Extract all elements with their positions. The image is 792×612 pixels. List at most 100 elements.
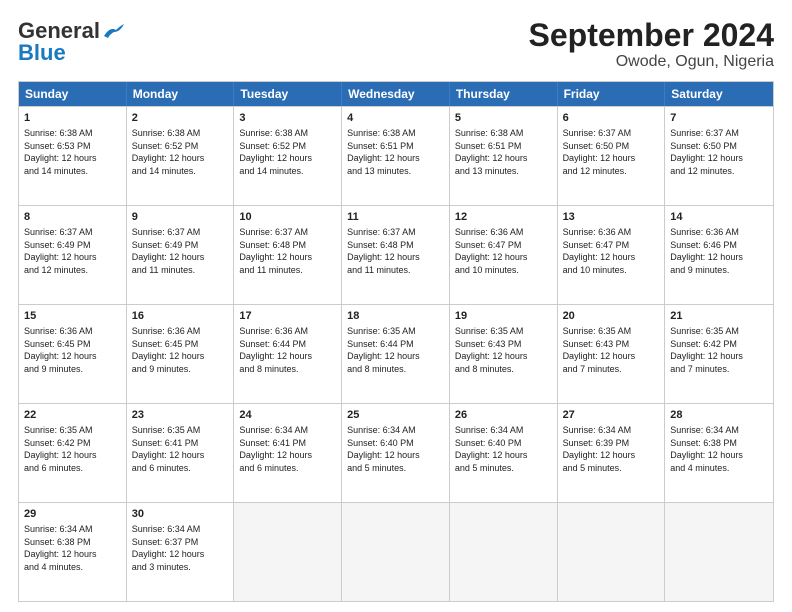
day-number: 26 <box>455 408 552 423</box>
cal-cell-21: 21Sunrise: 6:35 AM Sunset: 6:42 PM Dayli… <box>665 305 773 403</box>
day-info: Sunrise: 6:36 AM Sunset: 6:47 PM Dayligh… <box>563 226 660 276</box>
day-info: Sunrise: 6:37 AM Sunset: 6:50 PM Dayligh… <box>563 127 660 177</box>
calendar: Sunday Monday Tuesday Wednesday Thursday… <box>18 81 774 602</box>
day-number: 8 <box>24 210 121 225</box>
page: General Blue September 2024 Owode, Ogun,… <box>0 0 792 612</box>
cal-cell-14: 14Sunrise: 6:36 AM Sunset: 6:46 PM Dayli… <box>665 206 773 304</box>
cal-cell-22: 22Sunrise: 6:35 AM Sunset: 6:42 PM Dayli… <box>19 404 127 502</box>
day-info: Sunrise: 6:36 AM Sunset: 6:46 PM Dayligh… <box>670 226 768 276</box>
day-info: Sunrise: 6:36 AM Sunset: 6:45 PM Dayligh… <box>132 325 229 375</box>
logo-blue: Blue <box>18 40 66 66</box>
empty-cell <box>665 503 773 601</box>
header-saturday: Saturday <box>665 82 773 106</box>
day-number: 10 <box>239 210 336 225</box>
calendar-subtitle: Owode, Ogun, Nigeria <box>529 53 774 71</box>
day-number: 12 <box>455 210 552 225</box>
header-thursday: Thursday <box>450 82 558 106</box>
calendar-week-4: 29Sunrise: 6:34 AM Sunset: 6:38 PM Dayli… <box>19 502 773 601</box>
cal-cell-23: 23Sunrise: 6:35 AM Sunset: 6:41 PM Dayli… <box>127 404 235 502</box>
header-wednesday: Wednesday <box>342 82 450 106</box>
day-info: Sunrise: 6:34 AM Sunset: 6:38 PM Dayligh… <box>24 523 121 573</box>
cal-cell-6: 6Sunrise: 6:37 AM Sunset: 6:50 PM Daylig… <box>558 107 666 205</box>
empty-cell <box>558 503 666 601</box>
cal-cell-29: 29Sunrise: 6:34 AM Sunset: 6:38 PM Dayli… <box>19 503 127 601</box>
day-number: 21 <box>670 309 768 324</box>
day-info: Sunrise: 6:34 AM Sunset: 6:40 PM Dayligh… <box>455 424 552 474</box>
day-info: Sunrise: 6:35 AM Sunset: 6:42 PM Dayligh… <box>24 424 121 474</box>
cal-cell-3: 3Sunrise: 6:38 AM Sunset: 6:52 PM Daylig… <box>234 107 342 205</box>
cal-cell-16: 16Sunrise: 6:36 AM Sunset: 6:45 PM Dayli… <box>127 305 235 403</box>
cal-cell-5: 5Sunrise: 6:38 AM Sunset: 6:51 PM Daylig… <box>450 107 558 205</box>
day-info: Sunrise: 6:38 AM Sunset: 6:51 PM Dayligh… <box>455 127 552 177</box>
day-info: Sunrise: 6:34 AM Sunset: 6:38 PM Dayligh… <box>670 424 768 474</box>
calendar-week-3: 22Sunrise: 6:35 AM Sunset: 6:42 PM Dayli… <box>19 403 773 502</box>
logo-bird-icon <box>102 24 124 40</box>
day-number: 27 <box>563 408 660 423</box>
calendar-header: Sunday Monday Tuesday Wednesday Thursday… <box>19 82 773 106</box>
day-number: 7 <box>670 111 768 126</box>
header-tuesday: Tuesday <box>234 82 342 106</box>
empty-cell <box>342 503 450 601</box>
cal-cell-13: 13Sunrise: 6:36 AM Sunset: 6:47 PM Dayli… <box>558 206 666 304</box>
day-info: Sunrise: 6:35 AM Sunset: 6:44 PM Dayligh… <box>347 325 444 375</box>
calendar-body: 1Sunrise: 6:38 AM Sunset: 6:53 PM Daylig… <box>19 106 773 601</box>
cal-cell-20: 20Sunrise: 6:35 AM Sunset: 6:43 PM Dayli… <box>558 305 666 403</box>
cal-cell-1: 1Sunrise: 6:38 AM Sunset: 6:53 PM Daylig… <box>19 107 127 205</box>
day-number: 11 <box>347 210 444 225</box>
day-number: 3 <box>239 111 336 126</box>
cal-cell-17: 17Sunrise: 6:36 AM Sunset: 6:44 PM Dayli… <box>234 305 342 403</box>
cal-cell-11: 11Sunrise: 6:37 AM Sunset: 6:48 PM Dayli… <box>342 206 450 304</box>
day-info: Sunrise: 6:36 AM Sunset: 6:44 PM Dayligh… <box>239 325 336 375</box>
day-info: Sunrise: 6:37 AM Sunset: 6:49 PM Dayligh… <box>132 226 229 276</box>
day-number: 28 <box>670 408 768 423</box>
day-info: Sunrise: 6:35 AM Sunset: 6:42 PM Dayligh… <box>670 325 768 375</box>
day-number: 1 <box>24 111 121 126</box>
calendar-week-2: 15Sunrise: 6:36 AM Sunset: 6:45 PM Dayli… <box>19 304 773 403</box>
day-info: Sunrise: 6:34 AM Sunset: 6:40 PM Dayligh… <box>347 424 444 474</box>
day-number: 5 <box>455 111 552 126</box>
day-info: Sunrise: 6:37 AM Sunset: 6:49 PM Dayligh… <box>24 226 121 276</box>
cal-cell-10: 10Sunrise: 6:37 AM Sunset: 6:48 PM Dayli… <box>234 206 342 304</box>
header-sunday: Sunday <box>19 82 127 106</box>
calendar-week-1: 8Sunrise: 6:37 AM Sunset: 6:49 PM Daylig… <box>19 205 773 304</box>
day-number: 13 <box>563 210 660 225</box>
cal-cell-27: 27Sunrise: 6:34 AM Sunset: 6:39 PM Dayli… <box>558 404 666 502</box>
day-number: 23 <box>132 408 229 423</box>
day-info: Sunrise: 6:36 AM Sunset: 6:47 PM Dayligh… <box>455 226 552 276</box>
day-info: Sunrise: 6:34 AM Sunset: 6:41 PM Dayligh… <box>239 424 336 474</box>
day-number: 14 <box>670 210 768 225</box>
day-info: Sunrise: 6:38 AM Sunset: 6:52 PM Dayligh… <box>132 127 229 177</box>
cal-cell-26: 26Sunrise: 6:34 AM Sunset: 6:40 PM Dayli… <box>450 404 558 502</box>
day-number: 17 <box>239 309 336 324</box>
day-number: 9 <box>132 210 229 225</box>
day-info: Sunrise: 6:38 AM Sunset: 6:52 PM Dayligh… <box>239 127 336 177</box>
day-info: Sunrise: 6:37 AM Sunset: 6:50 PM Dayligh… <box>670 127 768 177</box>
day-info: Sunrise: 6:38 AM Sunset: 6:51 PM Dayligh… <box>347 127 444 177</box>
day-info: Sunrise: 6:36 AM Sunset: 6:45 PM Dayligh… <box>24 325 121 375</box>
cal-cell-9: 9Sunrise: 6:37 AM Sunset: 6:49 PM Daylig… <box>127 206 235 304</box>
day-info: Sunrise: 6:37 AM Sunset: 6:48 PM Dayligh… <box>347 226 444 276</box>
header: General Blue September 2024 Owode, Ogun,… <box>18 18 774 71</box>
cal-cell-19: 19Sunrise: 6:35 AM Sunset: 6:43 PM Dayli… <box>450 305 558 403</box>
day-info: Sunrise: 6:35 AM Sunset: 6:41 PM Dayligh… <box>132 424 229 474</box>
calendar-title: September 2024 <box>529 18 774 53</box>
cal-cell-24: 24Sunrise: 6:34 AM Sunset: 6:41 PM Dayli… <box>234 404 342 502</box>
day-info: Sunrise: 6:35 AM Sunset: 6:43 PM Dayligh… <box>455 325 552 375</box>
cal-cell-2: 2Sunrise: 6:38 AM Sunset: 6:52 PM Daylig… <box>127 107 235 205</box>
title-block: September 2024 Owode, Ogun, Nigeria <box>529 18 774 71</box>
day-number: 15 <box>24 309 121 324</box>
day-info: Sunrise: 6:34 AM Sunset: 6:37 PM Dayligh… <box>132 523 229 573</box>
cal-cell-28: 28Sunrise: 6:34 AM Sunset: 6:38 PM Dayli… <box>665 404 773 502</box>
day-number: 2 <box>132 111 229 126</box>
header-monday: Monday <box>127 82 235 106</box>
day-info: Sunrise: 6:34 AM Sunset: 6:39 PM Dayligh… <box>563 424 660 474</box>
day-info: Sunrise: 6:37 AM Sunset: 6:48 PM Dayligh… <box>239 226 336 276</box>
cal-cell-18: 18Sunrise: 6:35 AM Sunset: 6:44 PM Dayli… <box>342 305 450 403</box>
day-number: 20 <box>563 309 660 324</box>
calendar-week-0: 1Sunrise: 6:38 AM Sunset: 6:53 PM Daylig… <box>19 106 773 205</box>
day-number: 30 <box>132 507 229 522</box>
day-number: 16 <box>132 309 229 324</box>
header-friday: Friday <box>558 82 666 106</box>
cal-cell-4: 4Sunrise: 6:38 AM Sunset: 6:51 PM Daylig… <box>342 107 450 205</box>
cal-cell-25: 25Sunrise: 6:34 AM Sunset: 6:40 PM Dayli… <box>342 404 450 502</box>
